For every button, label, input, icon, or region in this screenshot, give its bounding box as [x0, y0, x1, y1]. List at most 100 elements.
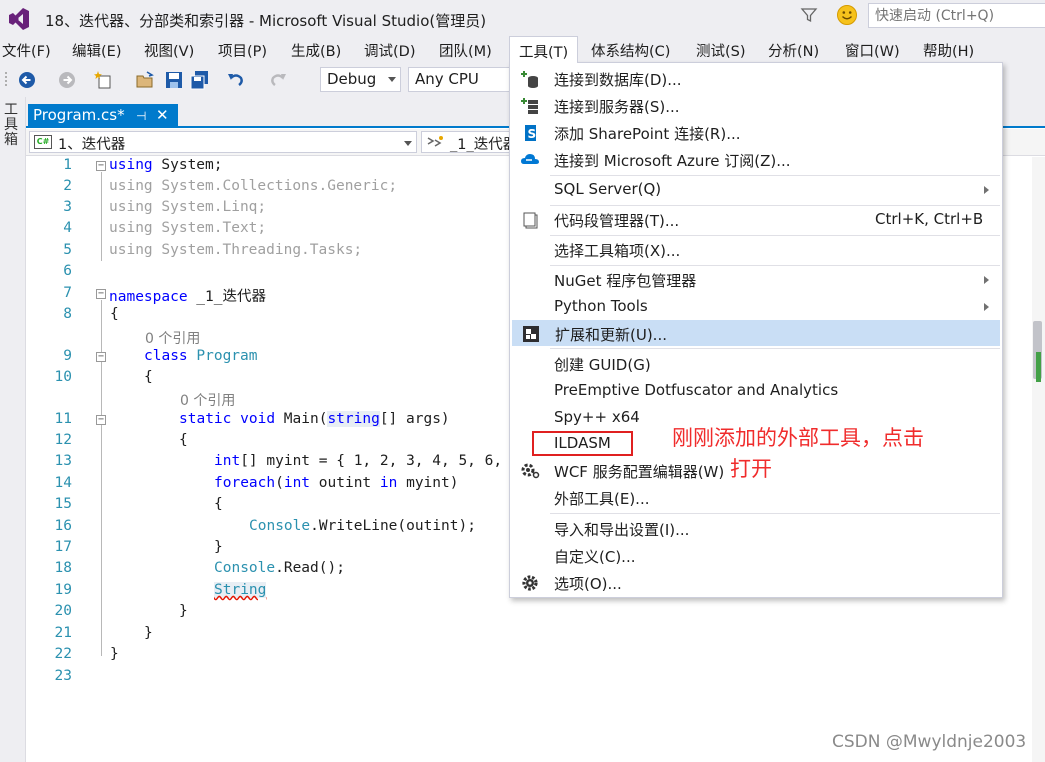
- title-bar: 18、迭代器、分部类和索引器 - Microsoft Visual Studio…: [0, 0, 1045, 36]
- collapse-toggle[interactable]: −: [96, 161, 106, 171]
- menu-build[interactable]: 生成(B): [291, 40, 341, 61]
- code-text: outint: [310, 475, 380, 491]
- window-title: 18、迭代器、分部类和索引器 - Microsoft Visual Studio…: [45, 12, 487, 30]
- keyword: in: [379, 475, 398, 491]
- menu-item-label: 创建 GUID(G): [554, 356, 651, 374]
- menu-item-label: Spy++ x64: [554, 408, 640, 426]
- menu-item-label: 选项(O)...: [554, 575, 622, 593]
- database-plus-icon: [521, 71, 538, 88]
- save-icon[interactable]: [164, 70, 184, 90]
- code-line: {: [179, 432, 188, 448]
- menu-debug[interactable]: 调试(D): [364, 40, 415, 61]
- menu-item-nuget[interactable]: NuGet 程序包管理器: [512, 267, 1000, 293]
- menu-view[interactable]: 视图(V): [144, 40, 194, 61]
- undo-icon[interactable]: [226, 70, 246, 90]
- menu-analyze[interactable]: 分析(N): [768, 40, 819, 61]
- menu-separator: [550, 205, 1000, 206]
- menu-item-external-tools[interactable]: 外部工具(E)...: [512, 485, 1000, 511]
- menu-item-label: SQL Server(Q): [554, 180, 662, 198]
- error-squiggle-text[interactable]: String: [214, 582, 267, 598]
- new-project-icon[interactable]: [94, 70, 114, 90]
- menu-item-label: 外部工具(E)...: [554, 490, 650, 508]
- code-line: foreach(int outint in myint): [214, 475, 458, 491]
- menu-item-sql-server[interactable]: SQL Server(Q): [512, 177, 1000, 203]
- menu-item-options[interactable]: 选项(O)...: [512, 570, 1000, 596]
- menu-item-python-tools[interactable]: Python Tools: [512, 294, 1000, 320]
- menu-separator: [550, 175, 1000, 176]
- collapse-toggle[interactable]: −: [96, 289, 106, 299]
- menu-test[interactable]: 测试(S): [696, 40, 746, 61]
- save-all-icon[interactable]: [190, 70, 210, 90]
- annotation-line-1: 刚刚添加的外部工具，点击: [672, 426, 924, 450]
- menu-separator: [550, 348, 1000, 349]
- open-file-icon[interactable]: [135, 70, 155, 90]
- code-line: class Program: [144, 348, 258, 364]
- menu-item-snippet-manager[interactable]: 代码段管理器(T)... Ctrl+K, Ctrl+B: [512, 207, 1000, 233]
- menu-item-create-guid[interactable]: 创建 GUID(G): [512, 351, 1000, 377]
- menu-item-label: Python Tools: [554, 297, 648, 315]
- menu-item-connect-database[interactable]: 连接到数据库(D)...: [512, 66, 1000, 92]
- menu-item-label: 连接到 Microsoft Azure 订阅(Z)...: [554, 152, 791, 170]
- type-name: Console: [249, 518, 311, 534]
- project-select[interactable]: C# 1、迭代器: [29, 131, 417, 153]
- close-icon[interactable]: ✕: [156, 106, 172, 124]
- chevron-down-icon: [388, 77, 396, 82]
- annotation-line-2: 打开: [730, 457, 772, 481]
- reference-codelens[interactable]: 0 个引用: [145, 328, 200, 348]
- feedback-filter-icon[interactable]: [800, 6, 818, 24]
- toolbar-grip-icon: [5, 72, 7, 86]
- navigate-back-icon[interactable]: [17, 70, 37, 90]
- menu-item-sharepoint[interactable]: S 添加 SharePoint 连接(R)...: [512, 120, 1000, 146]
- menu-tools[interactable]: 工具(T): [509, 36, 579, 63]
- navigate-forward-icon[interactable]: [57, 70, 77, 90]
- reference-codelens[interactable]: 0 个引用: [180, 390, 235, 410]
- extensions-icon: [523, 326, 539, 342]
- keyword: class: [144, 348, 188, 364]
- menu-item-azure[interactable]: 连接到 Microsoft Azure 订阅(Z)...: [512, 147, 1000, 173]
- menu-item-import-export-settings[interactable]: 导入和导出设置(I)...: [512, 516, 1000, 542]
- visual-studio-logo-icon: [9, 8, 29, 30]
- pin-icon[interactable]: ⊣: [136, 109, 148, 123]
- snippet-icon: [523, 212, 538, 229]
- line-number: 8: [63, 306, 72, 322]
- menu-help[interactable]: 帮助(H): [923, 40, 974, 61]
- menu-item-choose-toolbox-items[interactable]: 选择工具箱项(X)...: [512, 237, 1000, 263]
- line-number: 16: [54, 518, 72, 534]
- code-line: {: [214, 496, 223, 512]
- options-gear-icon: [522, 575, 538, 591]
- menu-separator: [550, 265, 1000, 266]
- vertical-scrollbar[interactable]: [1032, 157, 1045, 762]
- quick-launch-input[interactable]: [868, 3, 1045, 28]
- menu-file[interactable]: 文件(F): [2, 40, 51, 61]
- solution-configuration-select[interactable]: Debug: [320, 67, 401, 92]
- collapse-toggle[interactable]: −: [96, 415, 106, 425]
- menu-item-dotfuscator[interactable]: PreEmptive Dotfuscator and Analytics: [512, 378, 1000, 404]
- highlight-box: [532, 431, 633, 456]
- menu-project[interactable]: 项目(P): [218, 40, 267, 61]
- menu-window[interactable]: 窗口(W): [845, 40, 900, 61]
- tab-program-cs[interactable]: Program.cs* ⊣ ✕: [28, 104, 178, 128]
- toolbox-sidebar[interactable]: 工具箱: [0, 97, 26, 762]
- menu-architecture[interactable]: 体系结构(C): [591, 40, 670, 61]
- code-line: using System.Threading.Tasks;: [109, 242, 363, 258]
- code-line: int[] myint = { 1, 2, 3, 4, 5, 6,: [214, 453, 502, 469]
- send-feedback-smile-icon[interactable]: [836, 4, 858, 26]
- keyword: static: [179, 411, 232, 427]
- keyword: foreach: [214, 475, 276, 491]
- menu-item-extensions-updates[interactable]: 扩展和更新(U)...: [512, 320, 1000, 346]
- line-number: 15: [54, 496, 72, 512]
- code-line: static void Main(string[] args): [179, 411, 450, 427]
- solution-platform-value: Any CPU: [415, 70, 479, 88]
- toolbox-label[interactable]: 工具箱: [4, 103, 20, 148]
- menu-item-customize[interactable]: 自定义(C)...: [512, 543, 1000, 569]
- collapse-toggle[interactable]: −: [96, 352, 106, 362]
- type-select[interactable]: _1_迭代器: [421, 131, 521, 153]
- keyword: void: [240, 411, 276, 427]
- solution-platform-select[interactable]: Any CPU: [408, 67, 512, 92]
- redo-icon[interactable]: [268, 70, 288, 90]
- menu-team[interactable]: 团队(M): [439, 40, 492, 61]
- menu-edit[interactable]: 编辑(E): [72, 40, 121, 61]
- type-select-value: _1_迭代器: [450, 137, 518, 153]
- tab-title: Program.cs*: [33, 106, 125, 124]
- menu-item-connect-server[interactable]: 连接到服务器(S)...: [512, 93, 1000, 119]
